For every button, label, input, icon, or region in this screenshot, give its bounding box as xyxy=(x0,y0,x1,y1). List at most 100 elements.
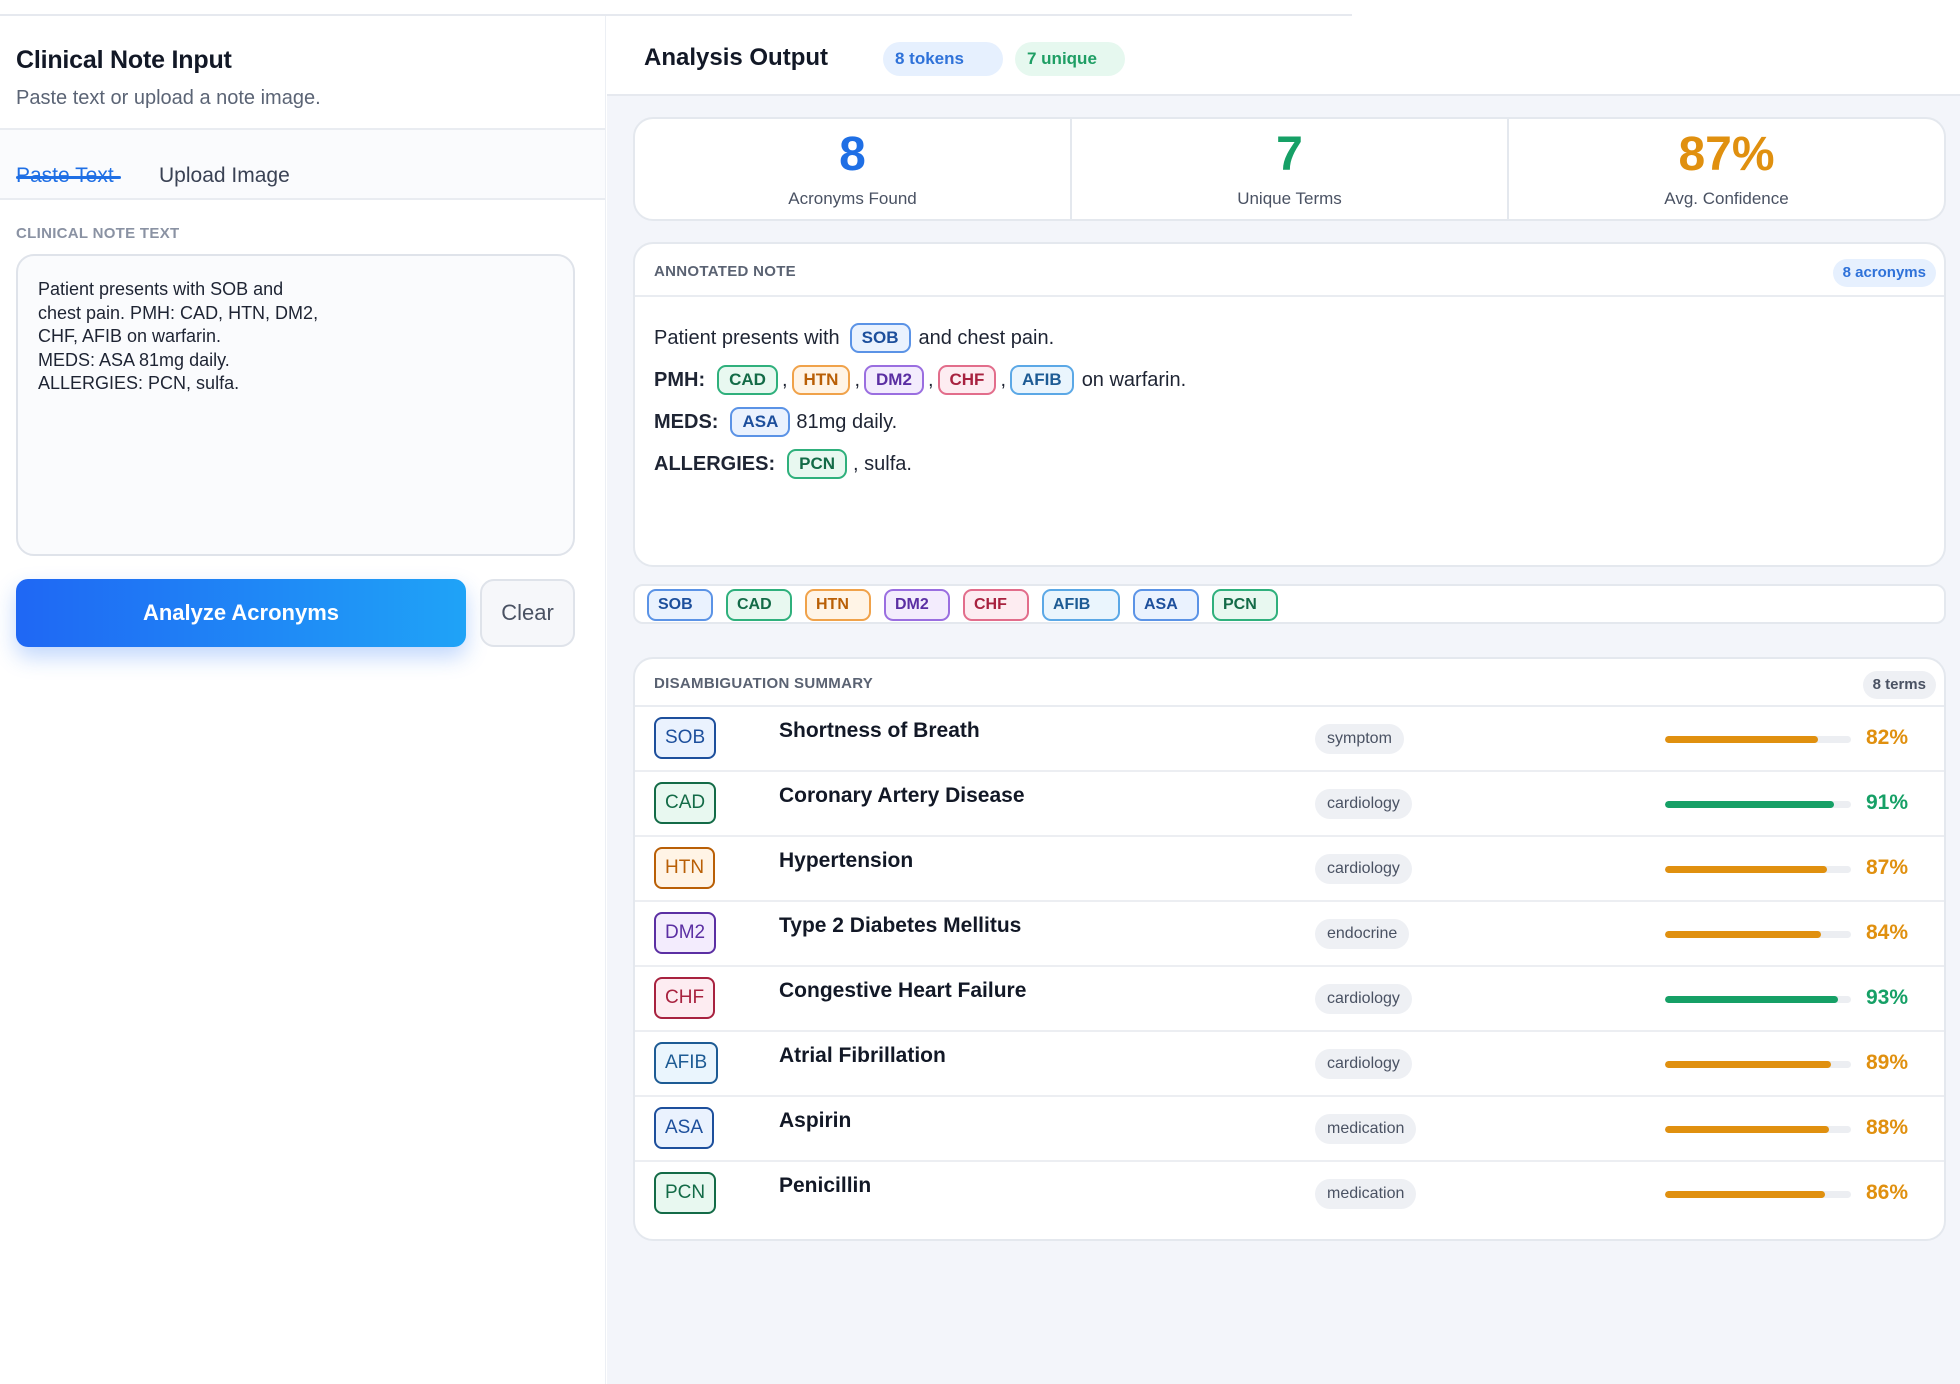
annotated-note-card: ANNOTATED NOTE 8 acronyms Patient presen… xyxy=(633,242,1946,567)
confidence-value: 88% xyxy=(1866,1116,1909,1139)
confidence-bar xyxy=(1665,801,1851,808)
summary-row[interactable]: CAD Coronary Artery Disease cardiology 91% xyxy=(635,772,1944,837)
disambiguation-summary-card: DISAMBIGUATION SUMMARY 8 terms SOB Shortn… xyxy=(633,657,1946,1241)
annotated-note-header: ANNOTATED NOTE 8 acronyms xyxy=(635,244,1944,297)
summary-row[interactable]: PCN Penicillin medication 86% xyxy=(635,1162,1944,1227)
chip-asa[interactable]: ASA xyxy=(1133,589,1199,621)
input-panel: Clinical Note Input Paste text or upload… xyxy=(0,16,606,1384)
confidence-bar-fill xyxy=(1665,1061,1831,1068)
output-panel: Analysis Output 8 tokens 7 unique 8 Acro… xyxy=(607,16,1960,1384)
comma: , xyxy=(854,368,861,391)
section-label: MEDS: xyxy=(654,410,719,433)
expanded-term: Congestive Heart Failure xyxy=(779,979,1027,1002)
comma: , xyxy=(781,368,788,391)
annotated-line: Patient presents with SOB and chest pain… xyxy=(654,317,1925,359)
chip-pcn[interactable]: PCN xyxy=(1212,589,1278,621)
chip-dm2[interactable]: DM2 xyxy=(884,589,950,621)
confidence-value: 86% xyxy=(1866,1181,1909,1204)
acronym-chip-afib[interactable]: AFIB xyxy=(1010,365,1074,395)
stat-value: 7 xyxy=(1276,128,1303,181)
category-badge: cardiology xyxy=(1315,789,1412,819)
expanded-term: Aspirin xyxy=(779,1109,852,1132)
app-window: Clinical Note Input Paste text or upload… xyxy=(0,0,1960,1384)
summary-header: DISAMBIGUATION SUMMARY 8 terms xyxy=(635,659,1944,707)
tab-upload-image[interactable]: Upload Image xyxy=(159,164,290,188)
acronym-chip-bar: SOB CAD HTN DM2 CHF AFIB ASA PCN xyxy=(633,584,1946,624)
summary-title: DISAMBIGUATION SUMMARY xyxy=(654,675,874,692)
summary-row[interactable]: ASA Aspirin medication 88% xyxy=(635,1097,1944,1162)
category-badge: medication xyxy=(1315,1114,1417,1144)
summary-row[interactable]: HTN Hypertension cardiology 87% xyxy=(635,837,1944,902)
stat-value: 87% xyxy=(1678,128,1775,181)
acronym-chip-cad[interactable]: CAD xyxy=(717,365,778,395)
unique-badge: 7 unique xyxy=(1015,42,1125,76)
confidence-bar xyxy=(1665,931,1851,938)
confidence-value: 82% xyxy=(1866,726,1909,749)
confidence-bar xyxy=(1665,1191,1851,1198)
summary-rows: SOB Shortness of Breath symptom 82% CAD Coron… xyxy=(635,707,1944,1227)
terms-count-badge: 8 terms xyxy=(1862,671,1936,699)
expanded-term: Coronary Artery Disease xyxy=(779,784,1025,807)
acronym-chip-dm2[interactable]: DM2 xyxy=(864,365,924,395)
active-tab-indicator xyxy=(16,176,121,179)
confidence-value: 93% xyxy=(1866,986,1909,1009)
confidence-bar xyxy=(1665,1126,1851,1133)
note-text: , sulfa. xyxy=(853,452,912,475)
confidence-bar-fill xyxy=(1665,996,1838,1003)
acronym-tag: AFIB xyxy=(654,1042,719,1084)
note-text: on warfarin. xyxy=(1081,368,1187,391)
acronym-tag: SOB xyxy=(654,717,717,759)
acronym-chip-chf[interactable]: CHF xyxy=(937,365,997,395)
chip-htn[interactable]: HTN xyxy=(805,589,871,621)
confidence-bar xyxy=(1665,736,1851,743)
summary-row[interactable]: AFIB Atrial Fibrillation cardiology 89% xyxy=(635,1032,1944,1097)
category-badge: cardiology xyxy=(1315,1049,1412,1079)
stat-value: 8 xyxy=(839,128,866,181)
chip-afib[interactable]: AFIB xyxy=(1042,589,1120,621)
input-tabs: Paste Text Upload Image xyxy=(0,130,605,200)
output-panel-header: Analysis Output 8 tokens 7 unique xyxy=(607,16,1960,96)
chip-cad[interactable]: CAD xyxy=(726,589,792,621)
summary-row[interactable]: CHF Congestive Heart Failure cardiology 93% xyxy=(635,967,1944,1032)
confidence-value: 89% xyxy=(1866,1051,1909,1074)
confidence-value: 91% xyxy=(1866,791,1909,814)
confidence-bar-fill xyxy=(1665,736,1818,743)
note-text-label: CLINICAL NOTE TEXT xyxy=(16,225,180,242)
stat-label: Acronyms Found xyxy=(788,189,917,208)
chip-chf[interactable]: CHF xyxy=(963,589,1029,621)
analyze-acronyms-button[interactable]: Analyze Acronyms xyxy=(16,579,466,647)
annotated-line: ALLERGIES: PCN , sulfa. xyxy=(654,443,1925,485)
comma: , xyxy=(927,368,934,391)
acronym-chip-asa[interactable]: ASA xyxy=(730,407,791,437)
annotated-note-body: Patient presents with SOB and chest pain… xyxy=(635,297,1944,505)
acronym-chip-htn[interactable]: HTN xyxy=(791,365,851,395)
expanded-term: Type 2 Diabetes Mellitus xyxy=(779,914,1022,937)
category-badge: cardiology xyxy=(1315,854,1412,884)
confidence-value: 84% xyxy=(1866,921,1909,944)
expanded-term: Shortness of Breath xyxy=(779,719,980,742)
tokens-badge: 8 tokens xyxy=(883,42,1003,76)
acronym-chip-pcn[interactable]: PCN xyxy=(787,449,848,479)
annotated-line: PMH: CAD , HTN , DM2 , CHF , AFIB on war… xyxy=(654,359,1925,401)
confidence-bar xyxy=(1665,1061,1851,1068)
category-badge: symptom xyxy=(1315,724,1404,754)
comma: , xyxy=(1000,368,1007,391)
category-badge: endocrine xyxy=(1315,919,1410,949)
input-panel-subtitle: Paste text or upload a note image. xyxy=(16,87,321,109)
acronym-tag: HTN xyxy=(654,847,716,889)
summary-row[interactable]: SOB Shortness of Breath symptom 82% xyxy=(635,707,1944,772)
confidence-value: 87% xyxy=(1866,856,1909,879)
summary-row[interactable]: DM2 Type 2 Diabetes Mellitus endocrine 84% xyxy=(635,902,1944,967)
chip-sob[interactable]: SOB xyxy=(647,589,713,621)
acronym-tag: CHF xyxy=(654,977,716,1019)
clear-button[interactable]: Clear xyxy=(480,579,575,647)
stat-avg-confidence: 87% Avg. Confidence xyxy=(1509,119,1944,219)
category-badge: cardiology xyxy=(1315,984,1412,1014)
note-text: and chest pain. xyxy=(918,326,1055,349)
confidence-bar-fill xyxy=(1665,1191,1825,1198)
annotated-line: MEDS: ASA 81mg daily. xyxy=(654,401,1925,443)
stats-card: 8 Acronyms Found 7 Unique Terms 87% Avg.… xyxy=(633,117,1946,221)
acronym-chip-sob[interactable]: SOB xyxy=(849,323,911,353)
clinical-note-textarea[interactable] xyxy=(16,254,575,556)
confidence-bar xyxy=(1665,996,1851,1003)
